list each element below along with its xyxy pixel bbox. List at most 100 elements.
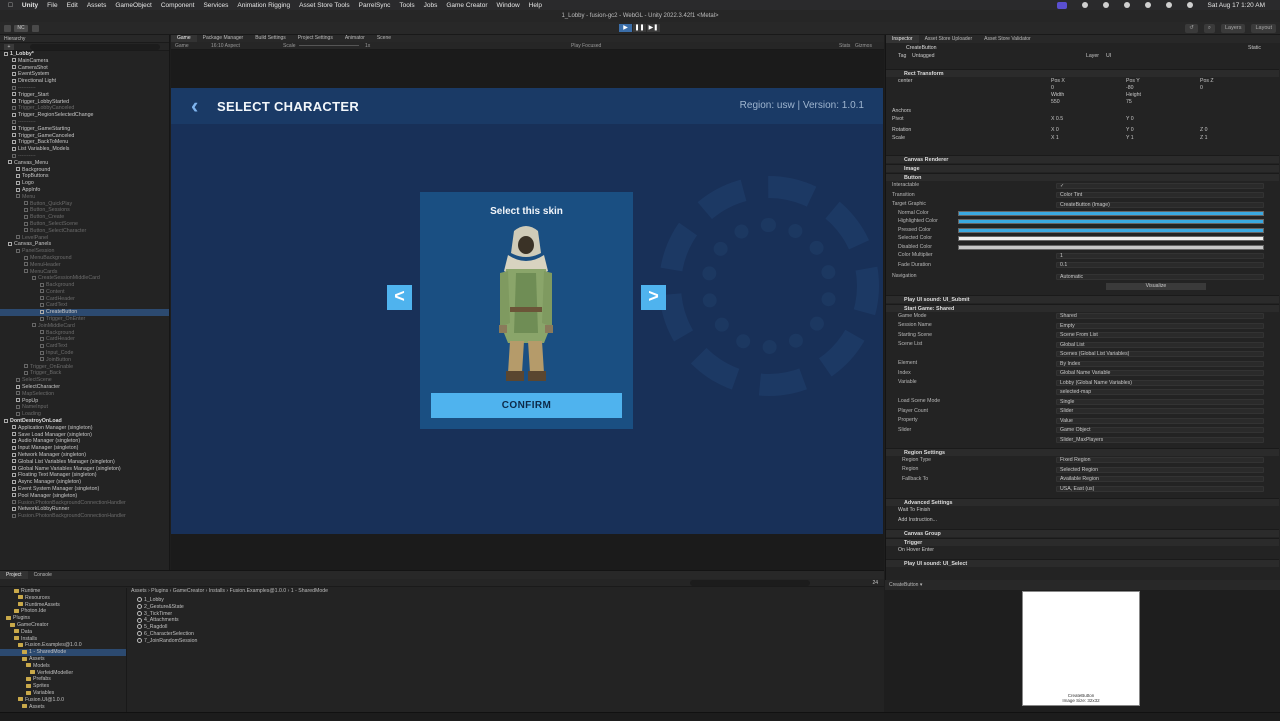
folder-item[interactable]: Resources bbox=[0, 595, 126, 602]
hierarchy-item[interactable]: Button_Sessions bbox=[0, 207, 169, 214]
search-icon[interactable] bbox=[1165, 2, 1172, 8]
hierarchy-item[interactable]: Trigger_Back bbox=[0, 370, 169, 377]
scene-file-item[interactable]: 5_Ragdoll bbox=[131, 624, 881, 631]
menu-parrelsync[interactable]: ParrelSync bbox=[359, 2, 391, 9]
hierarchy-item[interactable]: Button_SelectCharacter bbox=[0, 228, 169, 235]
canvas-group-header[interactable]: Canvas Group bbox=[886, 528, 1279, 537]
gizmos-button[interactable]: Gizmos bbox=[855, 42, 872, 50]
hierarchy-item[interactable]: NameInput bbox=[0, 404, 169, 411]
instruction-play-ui-sound[interactable]: Play UI sound: UI_Submit bbox=[886, 294, 1279, 303]
hierarchy-item[interactable]: DontDestroyOnLoad bbox=[0, 418, 169, 425]
start-game-field-value[interactable]: Global List bbox=[1056, 341, 1264, 348]
folder-item[interactable]: 1 - SharedMode bbox=[0, 649, 126, 656]
folder-item[interactable]: Variables bbox=[0, 690, 126, 697]
hierarchy-item[interactable]: Button_Create bbox=[0, 214, 169, 221]
canvas-renderer-header[interactable]: Canvas Renderer bbox=[886, 155, 1279, 163]
button-field-value[interactable]: CreateButton (Image) bbox=[1056, 201, 1264, 208]
tab-build-settings[interactable]: Build Settings bbox=[249, 35, 292, 42]
hierarchy-item[interactable]: CardHeader bbox=[0, 336, 169, 343]
visualize-button[interactable]: Visualize bbox=[1106, 282, 1206, 290]
hierarchy-item[interactable]: MenuHeader bbox=[0, 262, 169, 269]
pause-button[interactable]: ❚❚ bbox=[633, 24, 646, 32]
folder-item[interactable]: Sprites bbox=[0, 683, 126, 690]
object-name-field[interactable]: CreateButton bbox=[906, 45, 1280, 52]
account-button[interactable] bbox=[4, 25, 11, 32]
hierarchy-item[interactable]: Global Name Variables Manager (singleton… bbox=[0, 466, 169, 473]
hierarchy-item[interactable]: SelectCharacter bbox=[0, 384, 169, 391]
control-center-icon[interactable] bbox=[1186, 2, 1193, 8]
hierarchy-item[interactable]: MainCamera bbox=[0, 58, 169, 65]
color-swatch[interactable] bbox=[958, 236, 1264, 241]
hierarchy-item[interactable]: MenuCards bbox=[0, 269, 169, 276]
tab-asset-store-uploader[interactable]: Asset Store Uploader bbox=[919, 35, 979, 43]
hierarchy-item[interactable]: CardHeader bbox=[0, 296, 169, 303]
rotation-z-field[interactable]: Z 0 bbox=[1200, 127, 1280, 134]
region-field-value[interactable]: USA, East (us) bbox=[1056, 485, 1264, 492]
tab-scene[interactable]: Scene bbox=[371, 35, 397, 42]
tab-project-settings[interactable]: Project Settings bbox=[292, 35, 339, 42]
hierarchy-item[interactable]: CreateButton bbox=[0, 309, 169, 317]
region-settings-foldout[interactable]: Region Settings bbox=[886, 447, 1279, 456]
start-game-field-value[interactable]: Value bbox=[1056, 417, 1264, 424]
start-game-field-value[interactable]: Slider bbox=[1056, 408, 1264, 414]
cloud-icon[interactable] bbox=[32, 25, 39, 32]
history-icon[interactable]: ↺ bbox=[1185, 24, 1198, 33]
navigation-value[interactable]: Automatic bbox=[1056, 273, 1264, 280]
hierarchy-item[interactable]: Floating Text Manager (singleton) bbox=[0, 472, 169, 479]
app-menu[interactable]: Unity bbox=[22, 2, 38, 9]
menu-component[interactable]: Component bbox=[161, 2, 195, 9]
menu-asset-store-tools[interactable]: Asset Store Tools bbox=[299, 2, 349, 9]
tab-game[interactable]: Game bbox=[171, 35, 197, 42]
trigger-event-dropdown[interactable]: On Hover Enter bbox=[898, 547, 1018, 554]
start-game-field-value[interactable]: Shared bbox=[1056, 313, 1264, 319]
color-swatch[interactable] bbox=[958, 219, 1264, 224]
hierarchy-item[interactable]: CardText bbox=[0, 302, 169, 309]
rect-transform-header[interactable]: Rect Transform bbox=[886, 69, 1279, 77]
button-header[interactable]: Button bbox=[886, 173, 1279, 181]
folder-item[interactable]: VerfeidModeller bbox=[0, 670, 126, 677]
hierarchy-item[interactable]: Canvas_Panels bbox=[0, 241, 169, 248]
hierarchy-item[interactable]: ---------- bbox=[0, 85, 169, 92]
account-label[interactable]: NC bbox=[14, 25, 28, 32]
folder-item[interactable]: Plugins bbox=[0, 615, 126, 622]
prev-skin-button[interactable]: < bbox=[387, 285, 412, 310]
scale-slider[interactable] bbox=[299, 45, 359, 46]
search-icon[interactable]: ⌕ bbox=[1203, 24, 1215, 33]
tab-asset-store-validator[interactable]: Asset Store Validator bbox=[978, 35, 1037, 43]
advanced-settings-foldout[interactable]: Advanced Settings bbox=[886, 497, 1279, 506]
start-game-field-value[interactable]: Empty bbox=[1056, 322, 1264, 329]
hierarchy-item[interactable]: Trigger_BackToMenu bbox=[0, 139, 169, 146]
hierarchy-item[interactable]: Trigger_OnEnter bbox=[0, 316, 169, 323]
pivot-y-field[interactable]: Y 0 bbox=[1126, 116, 1280, 123]
hierarchy-item[interactable]: Trigger_GameCanceled bbox=[0, 133, 169, 140]
tab-console[interactable]: Console bbox=[28, 571, 58, 579]
stats-button[interactable]: Stats bbox=[839, 42, 850, 50]
status-icon[interactable] bbox=[1102, 2, 1109, 8]
hierarchy-item[interactable]: List Variables_Models bbox=[0, 146, 169, 153]
hierarchy-item[interactable]: LevelPanel bbox=[0, 235, 169, 242]
color-swatch[interactable] bbox=[958, 244, 1264, 250]
apple-menu[interactable]:  bbox=[8, 2, 13, 9]
hierarchy-item[interactable]: Input_Code bbox=[0, 350, 169, 357]
folder-item[interactable]: Installs bbox=[0, 636, 126, 643]
hierarchy-item[interactable]: Fusion.PhotonBackgroundConnectionHandler bbox=[0, 513, 169, 520]
start-game-field-value[interactable]: By Index bbox=[1056, 360, 1264, 367]
menu-window[interactable]: Window bbox=[497, 2, 520, 9]
status-icon[interactable] bbox=[1081, 2, 1088, 8]
hierarchy-item[interactable]: Button_SelectScene bbox=[0, 221, 169, 228]
menu-services[interactable]: Services bbox=[203, 2, 228, 9]
hierarchy-item[interactable]: JoinButton bbox=[0, 357, 169, 364]
hierarchy-item[interactable]: Trigger_LobbyCanceled bbox=[0, 105, 169, 112]
color-multiplier-value[interactable]: 1 bbox=[1056, 252, 1264, 259]
layer-dropdown[interactable]: UI bbox=[1106, 53, 1256, 60]
hierarchy-item[interactable]: Input Manager (singleton) bbox=[0, 445, 169, 452]
folder-item[interactable]: Fusion.UI@1.0.0 bbox=[0, 697, 126, 704]
next-skin-button[interactable]: > bbox=[641, 285, 666, 310]
hierarchy-item[interactable]: Trigger_GameStarting bbox=[0, 126, 169, 133]
play-focused-dropdown[interactable]: Play Focused bbox=[571, 42, 601, 50]
menu-assets[interactable]: Assets bbox=[87, 2, 107, 9]
hierarchy-item[interactable]: Trigger_RegionSelectedChange bbox=[0, 112, 169, 119]
menu-help[interactable]: Help bbox=[529, 2, 542, 9]
instruction-play-ui-select[interactable]: Play UI sound: UI_Select bbox=[886, 558, 1279, 567]
scene-file-item[interactable]: 4_Attachments bbox=[131, 617, 881, 624]
